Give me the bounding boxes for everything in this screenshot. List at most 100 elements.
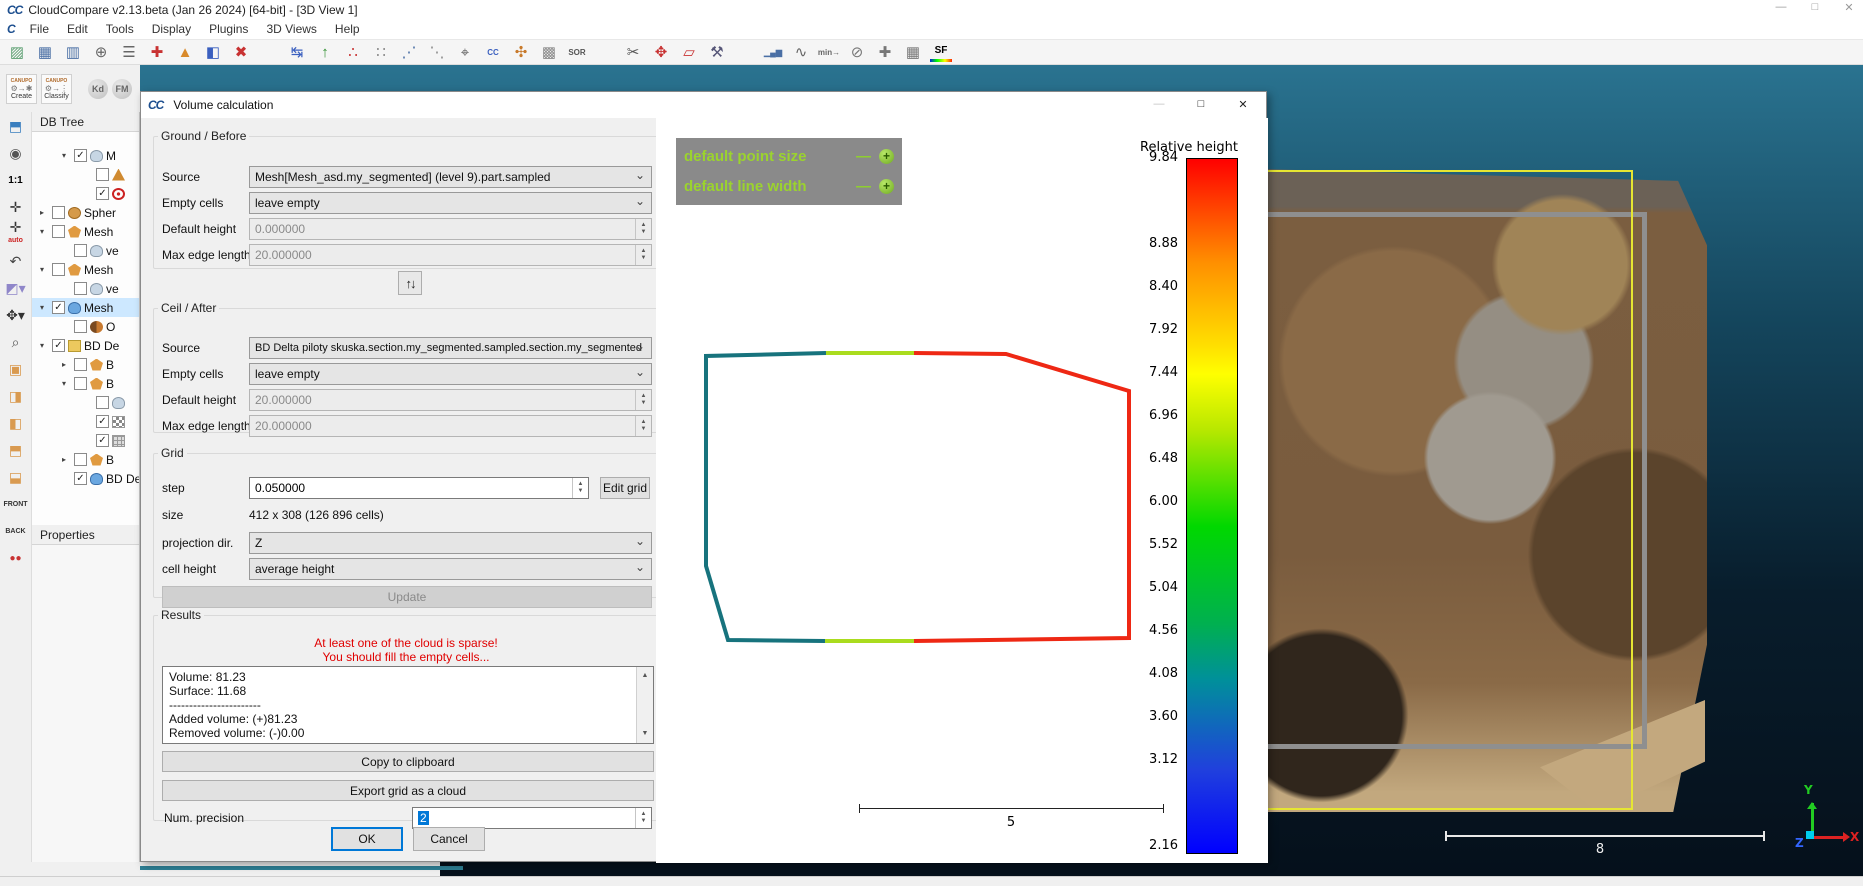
tree-item[interactable]: ▾ ✓ BD De [32, 336, 139, 355]
translate-rotate-icon[interactable]: ✥ [650, 42, 672, 62]
cc-stats-icon[interactable]: CC [482, 42, 504, 62]
visibility-checkbox[interactable] [74, 244, 87, 257]
view-left-icon[interactable]: ◧ [3, 413, 29, 433]
expand-arrow-icon[interactable]: ▸ [62, 360, 74, 369]
merge-icon[interactable]: ✚ [146, 42, 168, 62]
auto-pick-center-icon[interactable]: ✛ auto [3, 224, 29, 244]
visibility-checkbox[interactable] [52, 263, 65, 276]
menu-item[interactable]: Plugins [200, 20, 257, 38]
ground-empty-cells-combo[interactable]: leave empty⌄ [249, 192, 652, 214]
stereo-dots-icon[interactable]: ●● [3, 548, 29, 568]
canupo-classify-button[interactable]: CANUPO ⚙→⋮ Classify [41, 74, 72, 104]
tree-item[interactable] [32, 165, 139, 184]
tree-item[interactable]: ▾ B [32, 374, 139, 393]
expand-arrow-icon[interactable]: ▸ [62, 455, 74, 464]
register-icon[interactable]: ↹ [286, 42, 308, 62]
zoom-icon[interactable]: ⌕ [3, 332, 29, 352]
dialog-minimize-button[interactable]: — [1138, 92, 1180, 116]
cloud-cloud-dist-icon[interactable]: ⋰ [398, 42, 420, 62]
rotate-view-icon[interactable]: ↶ [3, 251, 29, 271]
ground-default-height-input[interactable]: 0.000000▲▼ [249, 218, 652, 240]
view-back-label-icon[interactable]: BACK [3, 521, 29, 541]
crop-icon[interactable]: ▱ [678, 42, 700, 62]
menu-item[interactable]: Edit [58, 20, 97, 38]
ceil-empty-cells-combo[interactable]: leave empty⌄ [249, 363, 652, 385]
separator[interactable] [734, 42, 756, 62]
tree-item[interactable]: ▸ Spher [32, 203, 139, 222]
tree-item[interactable]: ▾ Mesh [32, 222, 139, 241]
view-top-icon[interactable]: ▣ [3, 359, 29, 379]
tree-item[interactable]: ✓ [32, 412, 139, 431]
pan-icon[interactable]: ✥▾ [3, 305, 29, 325]
minimize-button[interactable]: — [1771, 1, 1791, 14]
grid-step-input[interactable]: 0.050000▲▼ [249, 477, 589, 499]
tree-item[interactable]: ▾ ✓ M [32, 146, 139, 165]
grid-preview-view[interactable]: default point size — + default line widt… [656, 118, 1268, 863]
visibility-checkbox[interactable]: ✓ [74, 472, 87, 485]
expand-arrow-icon[interactable]: ▸ [40, 208, 52, 217]
expand-arrow-icon[interactable]: ▾ [40, 265, 52, 274]
point-picking-icon[interactable]: ⌖ [454, 42, 476, 62]
properties-list-icon[interactable]: ☰ [118, 42, 140, 62]
report-scrollbar[interactable]: ▲▼ [636, 667, 653, 743]
visibility-checkbox[interactable]: ✓ [96, 434, 109, 447]
menu-item[interactable]: Tools [97, 20, 143, 38]
sf-calculator-icon[interactable]: ▦ [902, 42, 924, 62]
ceil-default-height-input[interactable]: 20.000000▲▼ [249, 389, 652, 411]
separator[interactable] [258, 42, 280, 62]
histogram-icon[interactable]: ▁▄▆ [762, 42, 784, 62]
spinner-arrows-icon[interactable]: ▲▼ [635, 219, 651, 239]
ground-source-combo[interactable]: Mesh[Mesh_asd.my_segmented] (level 9).pa… [249, 166, 652, 188]
save-icon[interactable]: ▦ [34, 42, 56, 62]
close-button[interactable]: ✕ [1839, 1, 1859, 14]
visibility-checkbox[interactable] [96, 168, 109, 181]
visibility-checkbox[interactable] [74, 453, 87, 466]
tree-item[interactable]: ✓ [32, 184, 139, 203]
cloud-mesh-dist-icon[interactable]: ⋱ [426, 42, 448, 62]
open-icon[interactable]: ▨ [6, 42, 28, 62]
ok-button[interactable]: OK [331, 827, 403, 851]
spinner-arrows-icon[interactable]: ▲▼ [635, 245, 651, 265]
tree-item[interactable]: ✓ BD De [32, 469, 139, 488]
dialog-close-button[interactable]: ✕ [1222, 92, 1264, 116]
visibility-checkbox[interactable]: ✓ [52, 339, 65, 352]
zoom-1-1-icon[interactable]: 1:1 [3, 170, 29, 190]
sf-minmax-icon[interactable]: min→ [818, 42, 840, 62]
view-front-icon[interactable]: ◨ [3, 386, 29, 406]
visibility-checkbox[interactable] [74, 358, 87, 371]
menu-item[interactable]: 3D Views [257, 20, 325, 38]
projection-dir-combo[interactable]: Z⌄ [249, 532, 652, 554]
num-precision-input[interactable]: 2 ▲▼ [412, 807, 652, 829]
view-back-icon[interactable]: ⬒ [3, 440, 29, 460]
view-bottom-icon[interactable]: ⬓ [3, 467, 29, 487]
visibility-checkbox[interactable] [74, 320, 87, 333]
segment-scissors-icon[interactable]: ✂ [622, 42, 644, 62]
spinner-arrows-icon[interactable]: ▲▼ [635, 808, 651, 828]
align-icon[interactable]: ◧ [202, 42, 224, 62]
screenshot-icon[interactable]: ◉ [3, 143, 29, 163]
spinner-arrows-icon[interactable]: ▲▼ [635, 390, 651, 410]
expand-arrow-icon[interactable]: ▾ [40, 341, 52, 350]
level-icon[interactable]: ⚒ [706, 42, 728, 62]
visibility-checkbox[interactable]: ✓ [52, 301, 65, 314]
results-report[interactable]: Volume: 81.23Surface: 11.68-------------… [162, 666, 654, 744]
visibility-checkbox[interactable] [74, 377, 87, 390]
tree-item[interactable]: ve [32, 279, 139, 298]
sf-icon[interactable]: SF [930, 42, 952, 62]
expand-arrow-icon[interactable]: ▾ [40, 303, 52, 312]
save-all-icon[interactable]: ▥ [62, 42, 84, 62]
subsample-icon[interactable]: ↑ [314, 42, 336, 62]
fm-plugin-icon[interactable]: FM [112, 79, 132, 99]
separator[interactable] [594, 42, 616, 62]
cell-height-combo[interactable]: average height⌄ [249, 558, 652, 580]
perspective-cube-icon[interactable]: ◩▾ [3, 278, 29, 298]
sample-points-icon[interactable]: ✣ [510, 42, 532, 62]
octree-icon[interactable]: ∷ [370, 42, 392, 62]
kd-tree-plugin-icon[interactable]: Kd [88, 79, 108, 99]
delete-sf-icon[interactable]: ⊘ [846, 42, 868, 62]
dialog-titlebar[interactable]: CC Volume calculation — □ ✕ [141, 92, 1266, 118]
tree-item[interactable] [32, 393, 139, 412]
swap-sources-button[interactable]: ↑↓ [398, 271, 422, 295]
maximize-button[interactable]: □ [1805, 1, 1825, 14]
menu-item[interactable]: File [21, 20, 58, 38]
